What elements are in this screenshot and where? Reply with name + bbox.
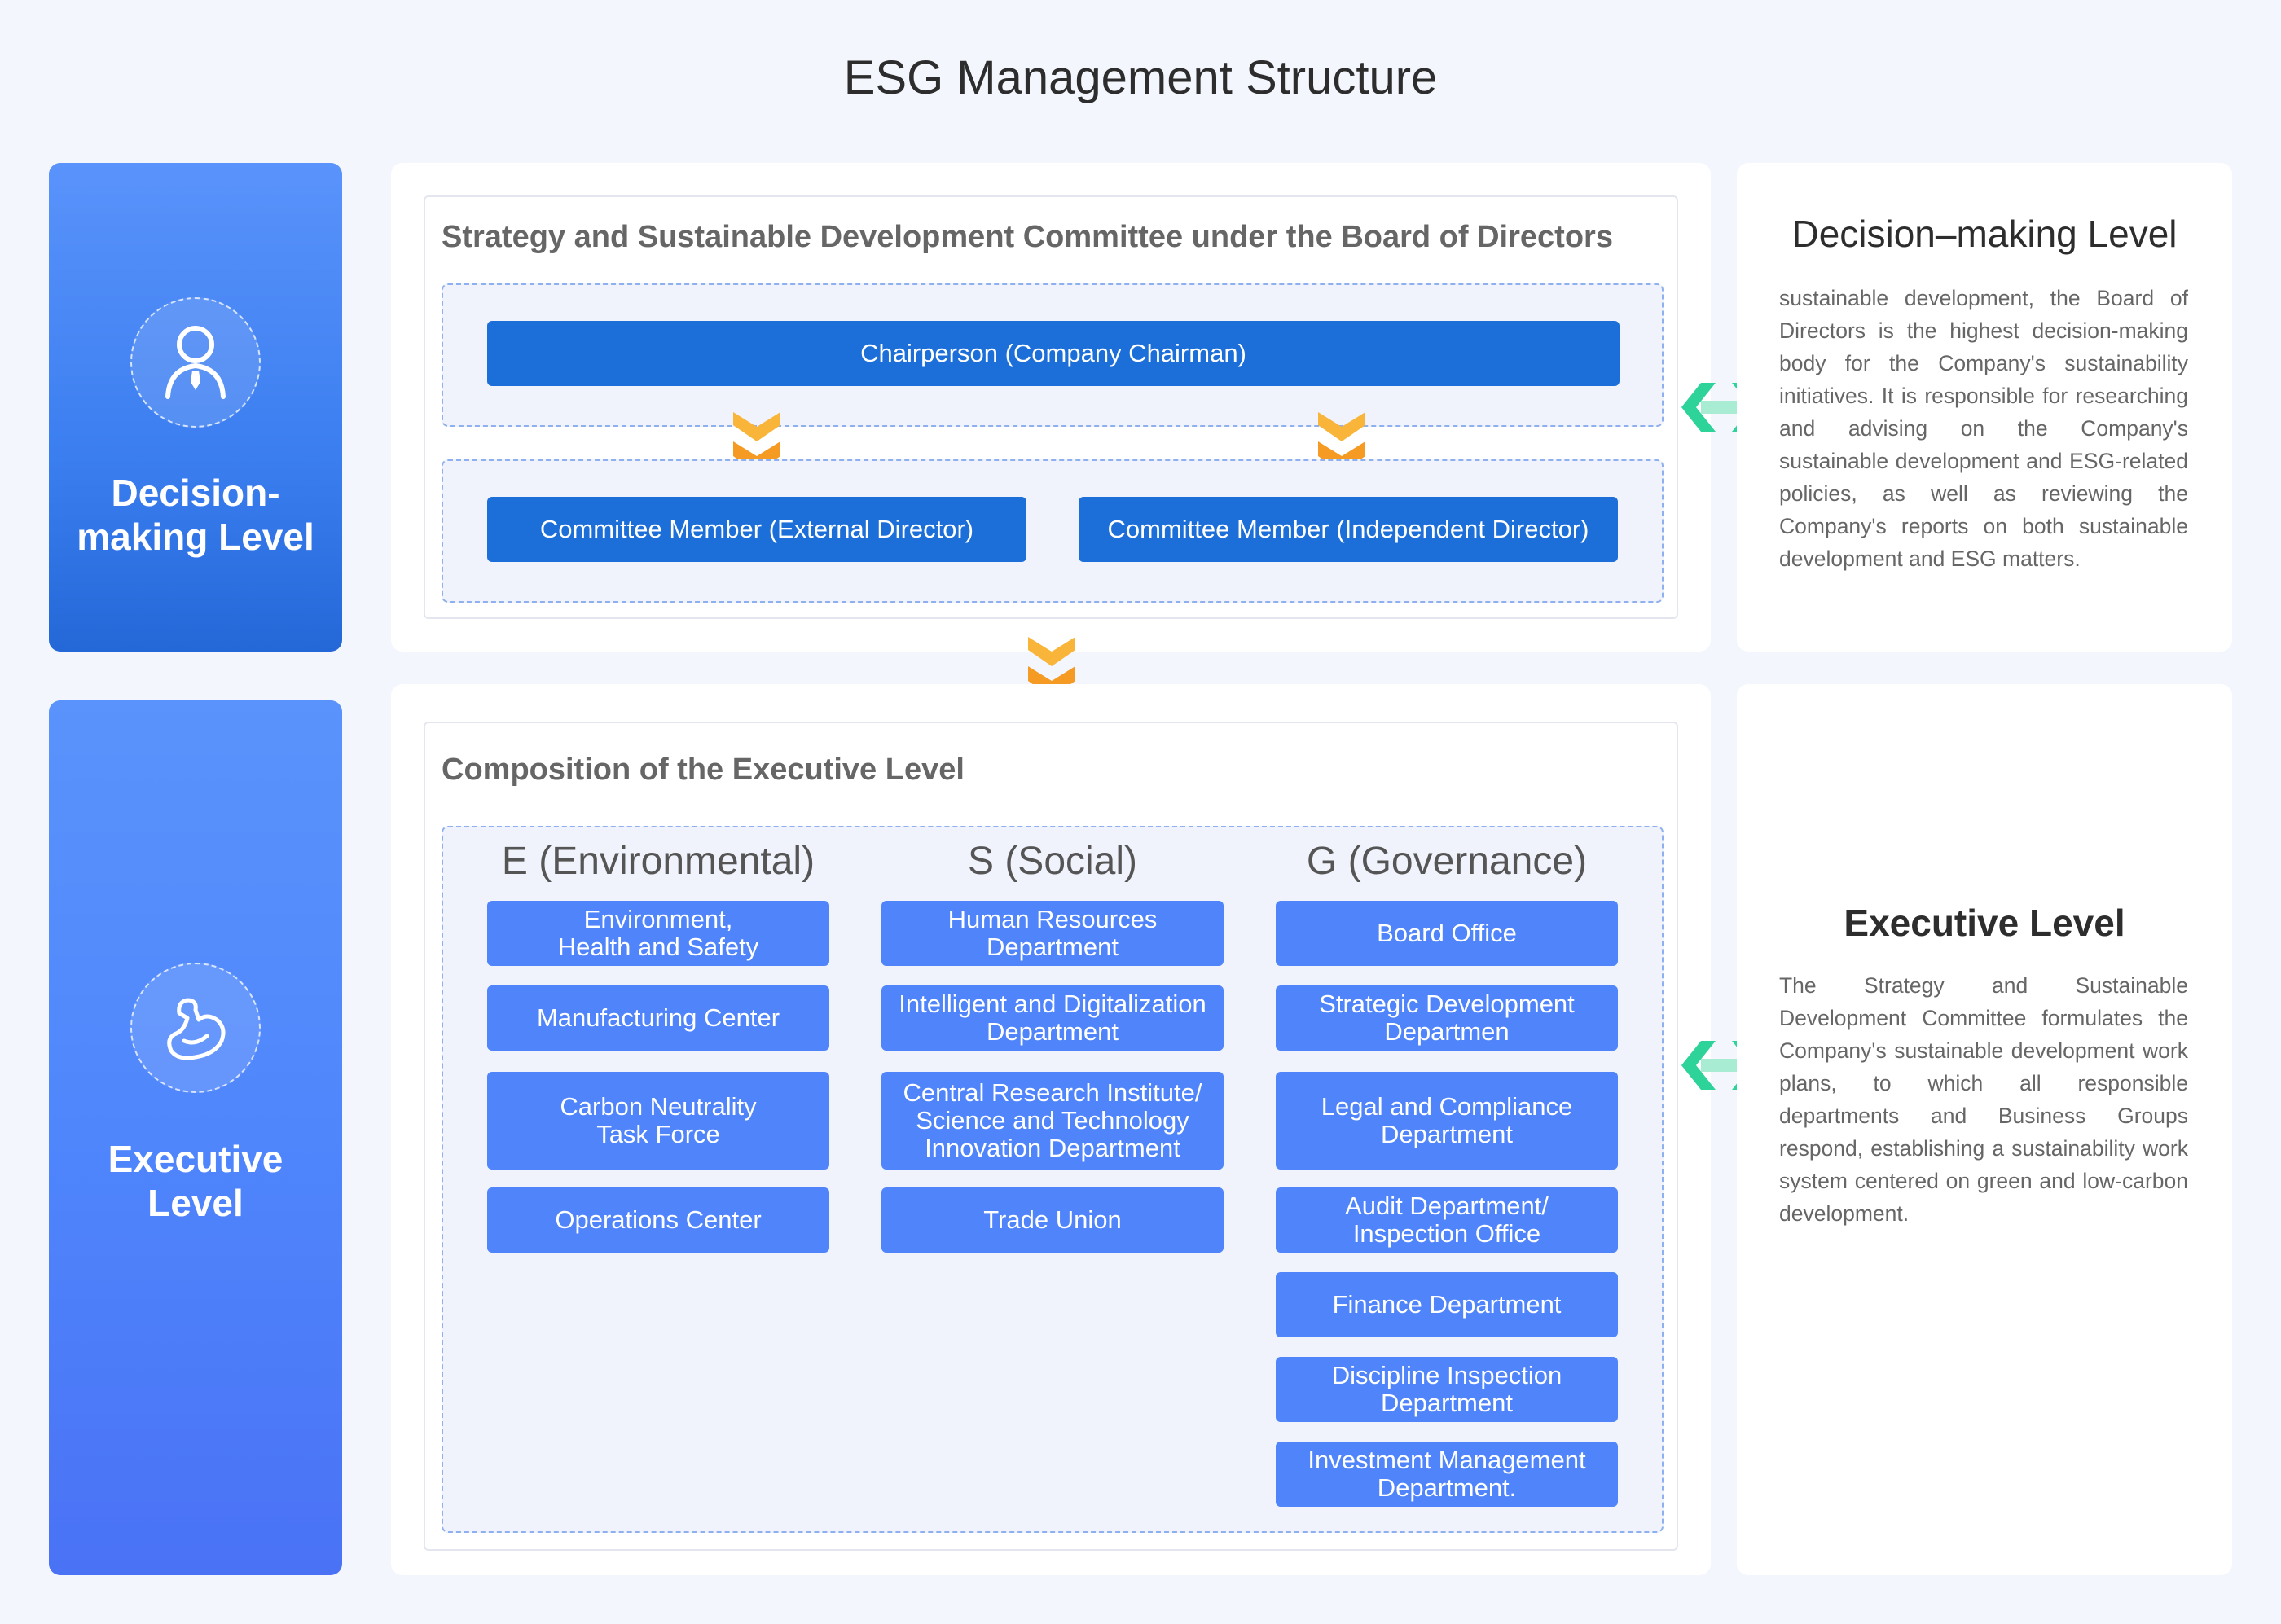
column-heading-environmental: E (Environmental)	[501, 840, 815, 883]
dept-box: Discipline Inspection Department	[1276, 1357, 1618, 1422]
executive-composition-box: Composition of the Executive Level E (En…	[424, 722, 1678, 1551]
esg-columns-group: E (Environmental) Environment, Health an…	[442, 826, 1664, 1533]
executive-description-title: Executive Level	[1844, 902, 2125, 944]
dept-box: Audit Department/ Inspection Office	[1276, 1187, 1618, 1253]
column-heading-governance: G (Governance)	[1306, 840, 1588, 883]
dept-box: Manufacturing Center	[487, 985, 829, 1051]
dept-box: Strategic Development Departmen	[1276, 985, 1618, 1051]
column-heading-social: S (Social)	[967, 840, 1138, 883]
dept-box: Board Office	[1276, 901, 1618, 966]
dept-box: Intelligent and Digitalization Departmen…	[881, 985, 1224, 1051]
executive-level-label: Executive Level	[49, 700, 342, 1575]
committee-box: Strategy and Sustainable Development Com…	[424, 195, 1678, 619]
decision-description-card: Decision–making Level sustainable develo…	[1737, 163, 2232, 652]
committee-member-external-box: Committee Member (External Director)	[487, 497, 1026, 562]
flexed-arm-icon	[130, 963, 261, 1093]
decision-description-text: sustainable development, the Board of Di…	[1779, 286, 2188, 571]
decision-level-label: Decision- making Level	[49, 163, 342, 652]
executive-composition-title: Composition of the Executive Level	[442, 753, 965, 787]
dept-box: Trade Union	[881, 1187, 1224, 1253]
dept-box: Carbon Neutrality Task Force	[487, 1072, 829, 1170]
committee-title: Strategy and Sustainable Development Com…	[442, 220, 1613, 254]
decision-panel: Strategy and Sustainable Development Com…	[391, 163, 1711, 652]
committee-member-independent-box: Committee Member (Independent Director)	[1079, 497, 1618, 562]
decision-description-title: Decision–making Level	[1791, 213, 2178, 255]
person-with-tie-icon	[130, 297, 261, 428]
executive-description-text: The Strategy and Sustainable Development…	[1779, 973, 2188, 1226]
dept-box: Central Research Institute/ Science and …	[881, 1072, 1224, 1170]
executive-description-card: Executive Level The Strategy and Sustain…	[1737, 684, 2232, 1575]
dept-box: Human Resources Department	[881, 901, 1224, 966]
chair-group: Chairperson (Company Chairman)	[442, 283, 1664, 427]
page-title: ESG Management Structure	[843, 51, 1438, 104]
chairperson-box: Chairperson (Company Chairman)	[487, 321, 1620, 386]
decision-level-label-text: Decision- making Level	[77, 472, 314, 558]
dept-box: Legal and Compliance Department	[1276, 1072, 1618, 1170]
executive-panel: Composition of the Executive Level E (En…	[391, 684, 1711, 1575]
members-group: Committee Member (External Director) Com…	[442, 459, 1664, 603]
dept-box: Finance Department	[1276, 1272, 1618, 1337]
dept-box: Environment, Health and Safety	[487, 901, 829, 966]
dept-box: Investment Management Department.	[1276, 1442, 1618, 1507]
executive-level-label-text: Executive Level	[108, 1138, 283, 1224]
dept-box: Operations Center	[487, 1187, 829, 1253]
